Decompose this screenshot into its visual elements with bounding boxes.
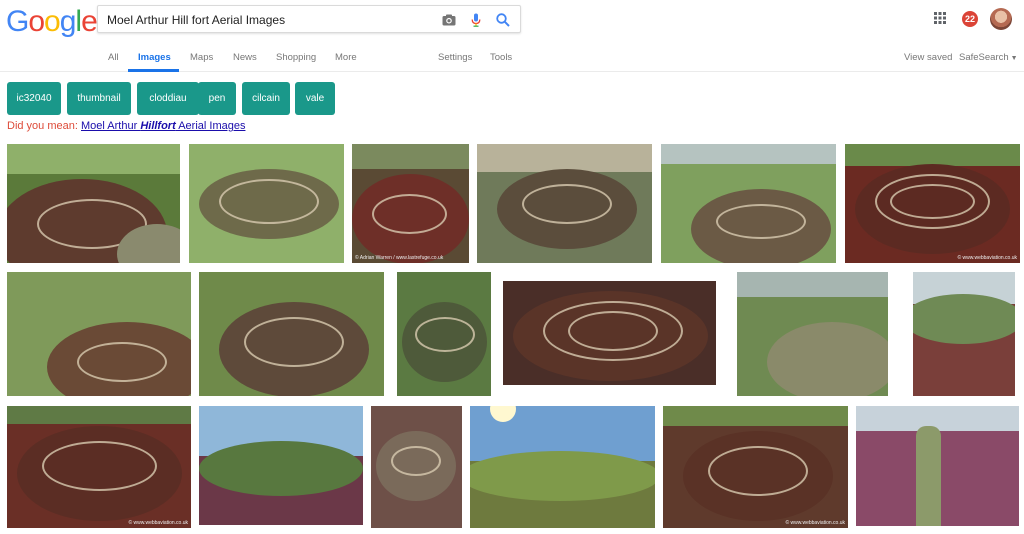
search-box (97, 5, 521, 33)
chip[interactable]: cilcain (242, 82, 290, 115)
apps-grid-icon[interactable] (934, 12, 946, 24)
google-logo[interactable]: Google (6, 5, 98, 39)
tab-news[interactable]: News (233, 52, 257, 63)
image-result[interactable] (371, 406, 462, 528)
image-result[interactable]: © www.webbaviation.co.uk (663, 406, 848, 528)
logo-letter: o (44, 5, 61, 38)
image-result[interactable] (397, 272, 491, 396)
image-result[interactable]: © www.webbaviation.co.uk (7, 406, 191, 528)
safesearch-menu[interactable]: SafeSearch ▼ (959, 52, 1018, 63)
image-result[interactable] (470, 406, 655, 528)
tab-maps[interactable]: Maps (190, 52, 213, 63)
chip[interactable]: thumbnail (67, 82, 131, 115)
image-watermark: © www.webbaviation.co.uk (128, 520, 188, 526)
search-icon[interactable] (495, 12, 511, 28)
safesearch-label: SafeSearch (959, 52, 1009, 63)
image-result[interactable] (503, 281, 716, 385)
image-result[interactable] (477, 144, 652, 263)
image-result[interactable] (913, 272, 1015, 396)
avatar[interactable] (990, 8, 1012, 30)
logo-letter: G (6, 5, 29, 38)
image-result[interactable] (856, 406, 1019, 526)
chip[interactable]: cloddiau (137, 82, 199, 115)
image-result[interactable] (189, 144, 344, 263)
tab-more[interactable]: More (335, 52, 357, 63)
logo-letter: o (28, 5, 45, 38)
logo-letter: g (59, 5, 77, 38)
image-result[interactable] (199, 272, 384, 396)
notifications-badge[interactable]: 22 (962, 11, 978, 27)
suggestion-bold: Hillfort (140, 120, 176, 132)
image-watermark: © Adrian Warren / www.lastrefuge.co.uk (355, 255, 444, 261)
image-result[interactable] (661, 144, 836, 263)
image-result[interactable] (7, 272, 191, 396)
image-result[interactable]: © www.webbaviation.co.uk (845, 144, 1020, 263)
chip[interactable]: ic32040 (7, 82, 61, 115)
tab-shopping[interactable]: Shopping (276, 52, 316, 63)
chip[interactable]: pen (198, 82, 236, 115)
logo-letter: e (81, 5, 98, 38)
did-you-mean: Did you mean: Moel Arthur Hillfort Aeria… (7, 120, 245, 132)
image-result[interactable] (737, 272, 888, 396)
suggestion-text: Moel Arthur (81, 120, 141, 132)
image-result[interactable] (7, 144, 180, 263)
search-input[interactable] (107, 10, 427, 30)
tools-link[interactable]: Tools (490, 52, 512, 63)
image-result[interactable]: © Adrian Warren / www.lastrefuge.co.uk (352, 144, 469, 263)
chevron-down-icon: ▼ (1010, 55, 1018, 62)
image-result[interactable] (199, 406, 363, 525)
tab-images[interactable]: Images (138, 52, 171, 63)
settings-link[interactable]: Settings (438, 52, 472, 63)
mic-icon[interactable] (468, 12, 484, 28)
top-bar: Google 22 All Images Maps (0, 0, 1024, 72)
chip[interactable]: vale (295, 82, 335, 115)
search-tabs: All Images Maps News Shopping More Setti… (0, 44, 1024, 72)
tab-all[interactable]: All (108, 52, 119, 63)
suggestion-link[interactable]: Moel Arthur Hillfort Aerial Images (81, 120, 245, 132)
did-you-mean-label: Did you mean: (7, 120, 78, 132)
image-watermark: © www.webbaviation.co.uk (785, 520, 845, 526)
image-watermark: © www.webbaviation.co.uk (957, 255, 1017, 261)
camera-icon[interactable] (441, 12, 457, 28)
view-saved-link[interactable]: View saved (904, 52, 952, 63)
active-tab-indicator (128, 69, 179, 72)
suggestion-text: Aerial Images (175, 120, 246, 132)
